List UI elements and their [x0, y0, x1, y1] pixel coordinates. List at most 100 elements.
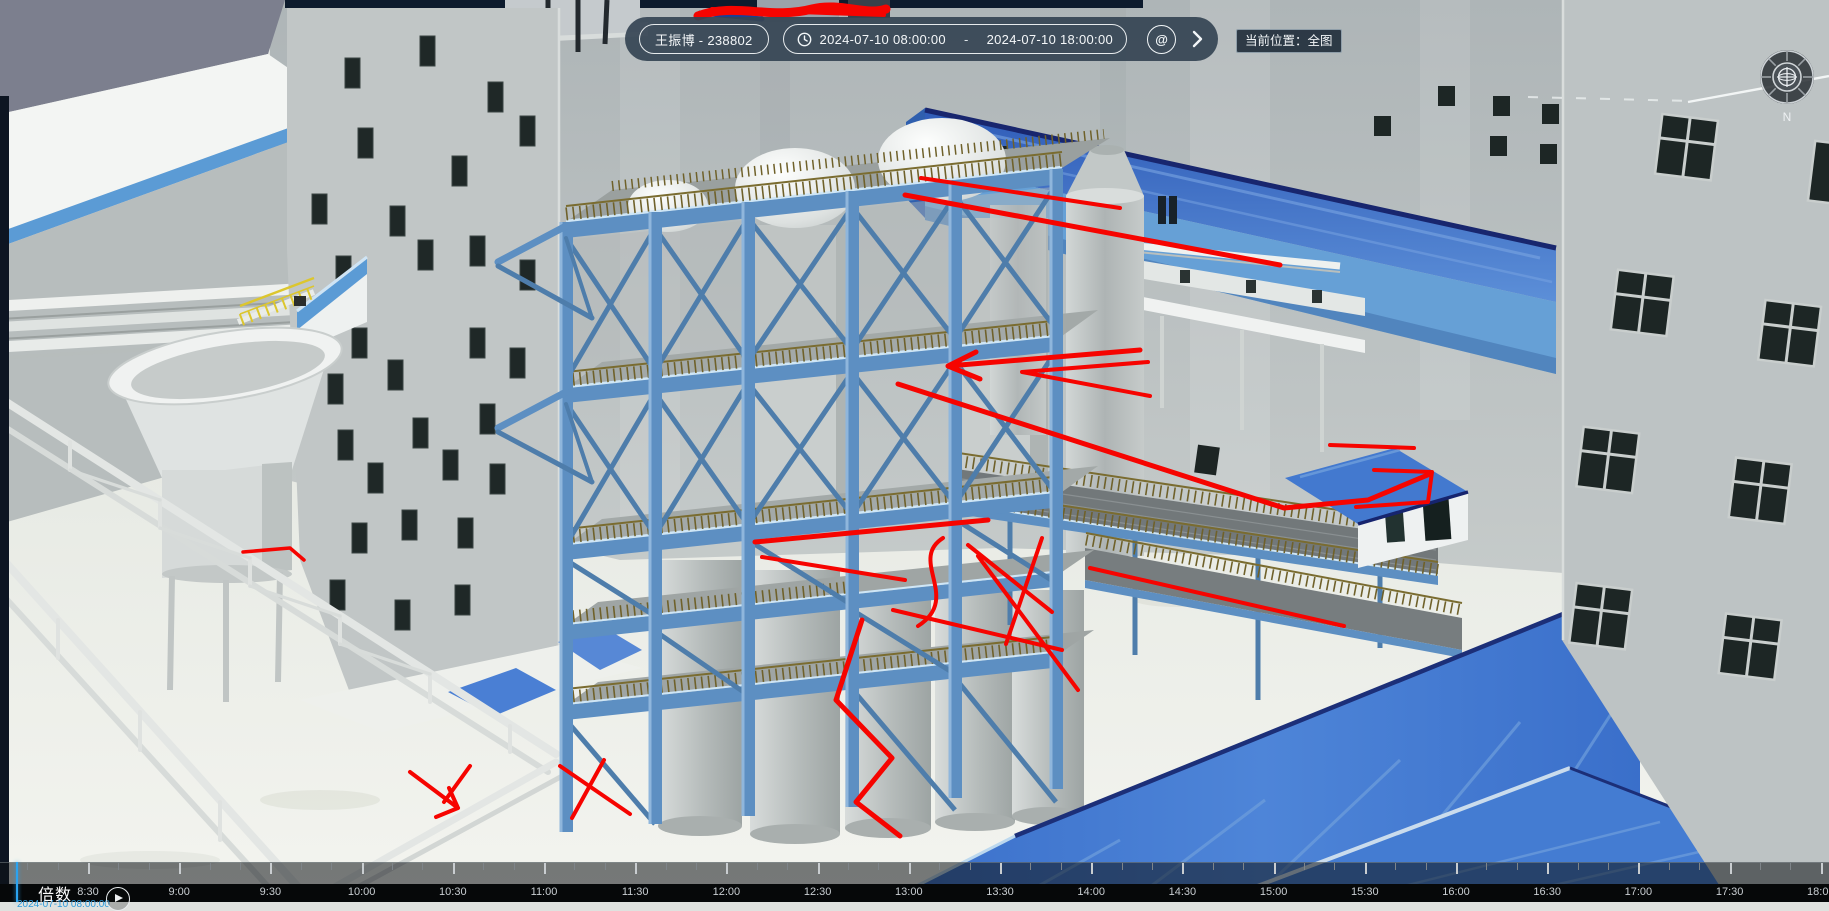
timeline-minor-tick	[1243, 863, 1244, 870]
timeline-minor-tick	[605, 863, 606, 870]
timeline-minor-tick	[1669, 863, 1670, 870]
timeline-minor-tick	[118, 863, 119, 870]
person-tag-label: 王振博 - 238802	[655, 30, 753, 49]
timeline-time-label: 9:00	[168, 886, 189, 898]
timeline-major-tick	[818, 863, 820, 874]
timeline-minor-tick	[1760, 863, 1761, 870]
timeline-major-tick	[179, 863, 181, 874]
timeline-minor-tick	[1517, 863, 1518, 870]
time-separator: -	[954, 32, 979, 47]
timeline-time-label: 18:00	[1807, 886, 1829, 898]
timeline-minor-tick	[240, 863, 241, 870]
timeline-minor-tick	[422, 863, 423, 870]
timeline-time-label: 15:00	[1260, 886, 1288, 898]
timeline-major-tick	[1547, 863, 1549, 874]
timeline-major-tick	[1456, 863, 1458, 874]
play-button[interactable]	[106, 887, 130, 911]
chevron-right-icon	[1192, 30, 1203, 48]
timeline-major-tick	[1274, 863, 1276, 874]
timeline-minor-tick	[574, 863, 575, 870]
timeline-minor-tick	[939, 863, 940, 870]
timeline-time-label: 16:30	[1533, 886, 1561, 898]
timeline-minor-tick	[1578, 863, 1579, 870]
timeline-major-tick	[726, 863, 728, 874]
timeline-time-label: 10:30	[439, 886, 467, 898]
person-tag-pill[interactable]: 王振博 - 238802	[639, 24, 769, 54]
timeline-minor-tick	[1304, 863, 1305, 870]
timeline-time-label: 13:30	[986, 886, 1014, 898]
timeline-minor-tick	[757, 863, 758, 870]
timeline-minor-tick	[1699, 863, 1700, 870]
timeline-time-label: 14:30	[1169, 886, 1197, 898]
locate-button[interactable]: @	[1147, 25, 1176, 54]
timeline-time-label: 11:30	[622, 886, 649, 898]
navigation-compass[interactable]: N	[1753, 43, 1821, 129]
timeline-major-tick	[1000, 863, 1002, 874]
timeline-minor-tick	[878, 863, 879, 870]
timeline-major-tick	[453, 863, 455, 874]
timeline-minor-tick	[149, 863, 150, 870]
timeline-minor-tick	[1152, 863, 1153, 870]
clock-icon	[797, 32, 812, 47]
timeline-minor-tick	[1213, 863, 1214, 870]
timeline-major-tick	[1365, 863, 1367, 874]
timeline-time-label: 15:30	[1351, 886, 1379, 898]
timeline-minor-tick	[1061, 863, 1062, 870]
timeline-minor-tick	[514, 863, 515, 870]
timeline-time-label: 11:00	[531, 886, 558, 898]
timeline-labels: 8:30 9:00 9:30 10:00 10:30 11:00 11:30 12:00 12:…	[0, 884, 1829, 902]
speed-multiplier-label: 倍数	[38, 881, 72, 905]
timeline-minor-tick	[58, 863, 59, 870]
time-end: 2024-07-10 18:00:00	[987, 32, 1113, 47]
timeline-major-tick	[909, 863, 911, 874]
play-forward-button[interactable]	[1190, 26, 1204, 52]
timeline-minor-tick	[1395, 863, 1396, 870]
timeline-minor-tick	[392, 863, 393, 870]
timeline-minor-tick	[331, 863, 332, 870]
timeline-major-tick	[1091, 863, 1093, 874]
timeline-major-tick	[1638, 863, 1640, 874]
plant-3d-scene[interactable]	[0, 0, 1829, 902]
timeline-minor-tick	[787, 863, 788, 870]
timeline-time-label: 17:00	[1625, 886, 1653, 898]
timeline-bar[interactable]: 8:30 9:00 9:30 10:00 10:30 11:00 11:30 12:00 12:…	[0, 862, 1829, 902]
timeline-minor-tick	[301, 863, 302, 870]
timeline-time-label: 16:00	[1442, 886, 1470, 898]
locate-icon: @	[1155, 32, 1168, 47]
time-range-pill[interactable]: 2024-07-10 08:00:00 - 2024-07-10 18:00:0…	[783, 24, 1127, 54]
timeline-time-label: 12:00	[713, 886, 741, 898]
time-start: 2024-07-10 08:00:00	[820, 32, 946, 47]
timeline-major-tick	[362, 863, 364, 874]
timeline-minor-tick	[696, 863, 697, 870]
compass-north-label: N	[1783, 110, 1792, 124]
timeline-minor-tick	[1486, 863, 1487, 870]
timeline-playhead[interactable]	[16, 862, 18, 902]
timeline-major-tick	[635, 863, 637, 874]
timeline-major-tick	[1182, 863, 1184, 874]
timeline-time-label: 12:30	[804, 886, 832, 898]
current-location-badge: 当前位置：全图	[1236, 29, 1342, 53]
top-toolbar: 王振博 - 238802 2024-07-10 08:00:00 - 2024-…	[625, 17, 1218, 61]
timeline-ticks[interactable]	[0, 862, 1829, 885]
timeline-major-tick	[1821, 863, 1823, 874]
timeline-time-label: 17:30	[1716, 886, 1744, 898]
timeline-major-tick	[270, 863, 272, 874]
scene-canvas[interactable]	[0, 0, 1829, 902]
canvas-left-edge	[0, 96, 9, 902]
timeline-minor-tick	[666, 863, 667, 870]
timeline-minor-tick	[1426, 863, 1427, 870]
timeline-minor-tick	[1334, 863, 1335, 870]
timeline-minor-tick	[848, 863, 849, 870]
timeline-time-label: 9:30	[260, 886, 281, 898]
timeline-minor-tick	[210, 863, 211, 870]
timeline-minor-tick	[1030, 863, 1031, 870]
timeline-minor-tick	[1122, 863, 1123, 870]
timeline-time-label: 13:00	[895, 886, 923, 898]
timeline-time-label: 14:00	[1077, 886, 1105, 898]
timeline-time-label: 10:00	[348, 886, 376, 898]
timeline-minor-tick	[27, 863, 28, 870]
timeline-minor-tick	[483, 863, 484, 870]
timeline-major-tick	[88, 863, 90, 874]
timeline-minor-tick	[970, 863, 971, 870]
timeline-time-label: 8:30	[77, 886, 98, 898]
